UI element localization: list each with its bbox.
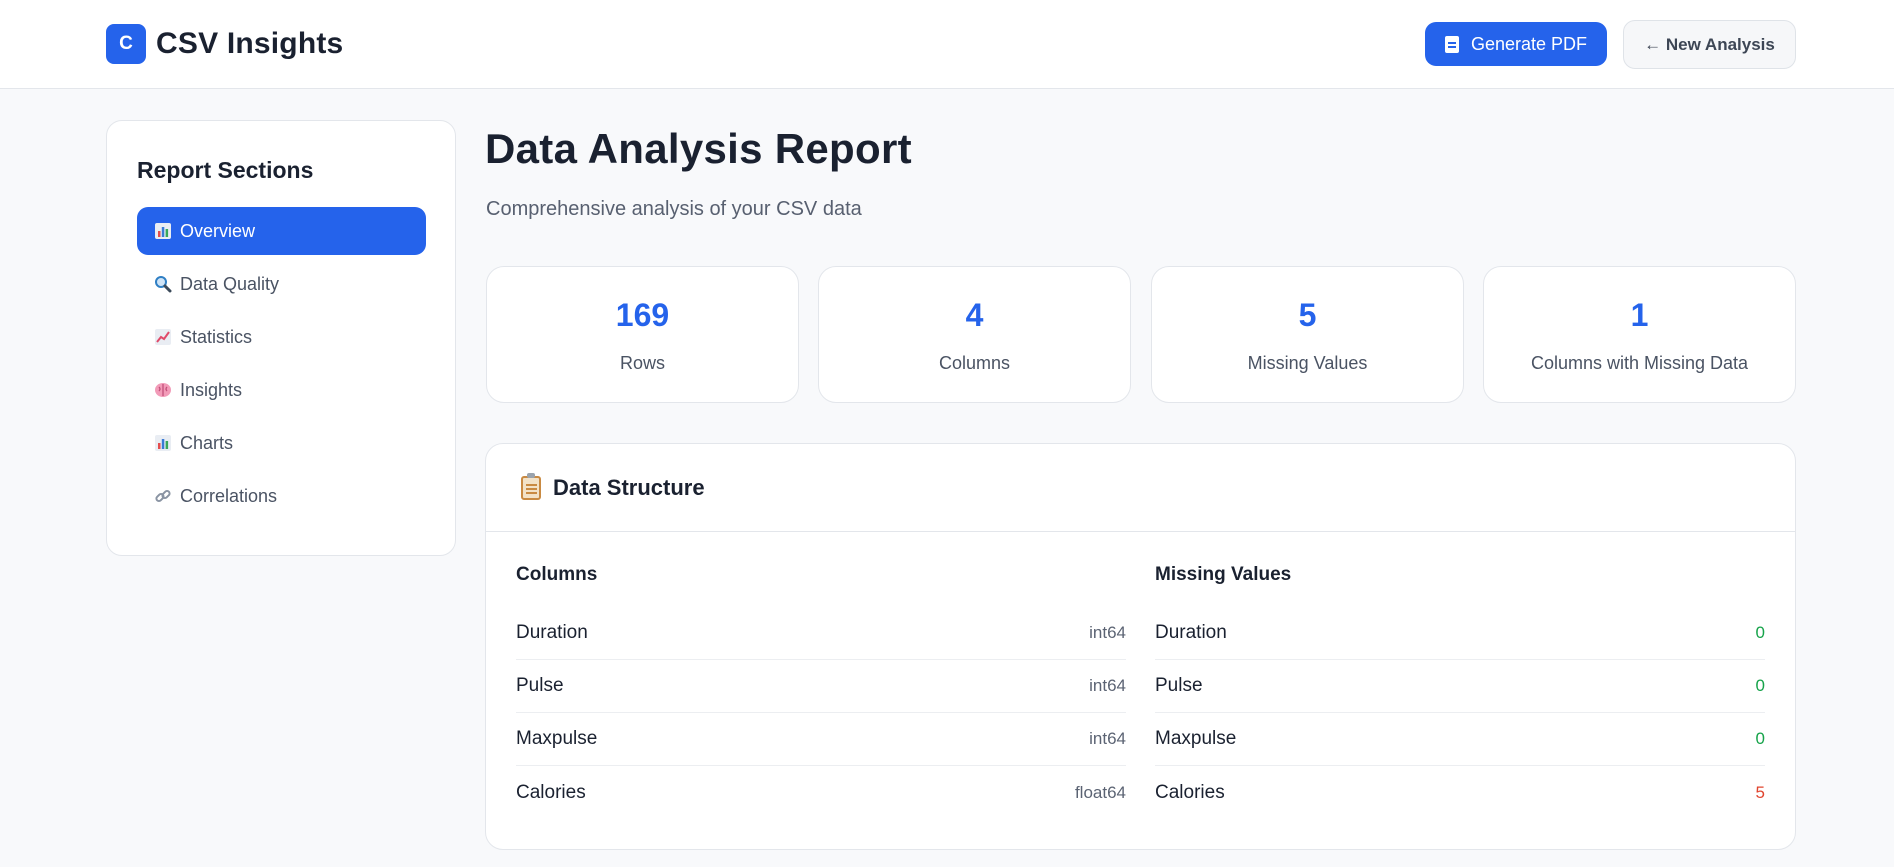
column-type: int64 [1089, 676, 1126, 695]
columns-title: Columns [516, 564, 598, 585]
trend-chart-icon [154, 328, 172, 346]
logo-badge: C [106, 24, 146, 64]
missing-count: 0 [1755, 676, 1765, 695]
generate-pdf-label: Generate PDF [1470, 33, 1588, 54]
stat-value: 1 [1630, 297, 1649, 333]
sidebar-item-data-quality[interactable]: Data Quality [137, 260, 426, 308]
data-structure-title: Data Structure [553, 475, 705, 500]
stat-card-missing-values: 5 Missing Values [1151, 266, 1464, 403]
table-row: Duration 0 [1155, 607, 1765, 660]
sidebar-item-label: Correlations [180, 485, 278, 506]
table-row: Pulse 0 [1155, 660, 1765, 713]
missing-count: 0 [1755, 729, 1765, 748]
new-analysis-button[interactable]: ← New Analysis [1623, 20, 1796, 69]
sidebar-item-statistics[interactable]: Statistics [137, 313, 426, 361]
document-icon [1444, 35, 1459, 53]
generate-pdf-button[interactable]: Generate PDF [1425, 22, 1607, 66]
sidebar-item-label: Overview [180, 220, 256, 241]
stat-card-columns: 4 Columns [818, 266, 1131, 403]
page-title: Data Analysis Report [485, 125, 912, 172]
stat-value: 4 [965, 297, 984, 333]
sidebar-title: Report Sections [137, 157, 314, 183]
stat-value: 169 [615, 297, 670, 333]
stat-value: 5 [1298, 297, 1317, 333]
missing-count: 5 [1755, 782, 1765, 802]
sidebar-item-label: Data Quality [180, 273, 280, 294]
top-header: C CSV Insights Generate PDF ← New Analys… [0, 0, 1894, 89]
sidebar-item-insights[interactable]: Insights [137, 366, 426, 414]
stat-label: Missing Values [1247, 353, 1368, 373]
column-name: Calories [1155, 781, 1225, 803]
column-name: Maxpulse [516, 728, 598, 749]
column-type: int64 [1089, 623, 1126, 642]
columns-section: Columns Duration int64 Pulse int64 Maxpu… [516, 564, 1126, 819]
stat-label: Rows [619, 353, 665, 373]
new-analysis-label: ← New Analysis [1644, 34, 1775, 54]
sidebar-item-charts[interactable]: Charts [137, 419, 426, 467]
column-name: Pulse [1155, 675, 1203, 696]
data-structure-card: Data Structure Columns Duration int64 Pu… [485, 443, 1796, 850]
app-title: CSV Insights [156, 27, 344, 60]
missing-count: 0 [1755, 623, 1765, 642]
column-name: Duration [1155, 622, 1227, 643]
stat-label: Columns with Missing Data [1530, 353, 1749, 373]
brain-icon [154, 381, 172, 399]
column-name: Duration [516, 622, 588, 643]
stat-label: Columns [938, 353, 1011, 373]
page-subtitle: Comprehensive analysis of your CSV data [486, 198, 862, 220]
column-type: int64 [1089, 729, 1126, 748]
column-name: Calories [516, 781, 586, 803]
missing-values-section: Missing Values Duration 0 Pulse 0 Maxpul… [1155, 564, 1765, 819]
column-type: float64 [1074, 782, 1126, 802]
bar-chart-icon [154, 434, 172, 452]
column-name: Pulse [516, 675, 564, 696]
sidebar-item-label: Insights [180, 379, 243, 400]
clipboard-icon [521, 473, 541, 500]
sidebar-item-correlations[interactable]: Correlations [137, 472, 426, 520]
app-logo[interactable]: C CSV Insights [106, 24, 343, 64]
missing-values-title: Missing Values [1155, 564, 1292, 585]
table-row: Duration int64 [516, 607, 1126, 660]
table-row: Maxpulse int64 [516, 713, 1126, 766]
magnifier-icon [154, 275, 172, 293]
sidebar-item-overview[interactable]: Overview [137, 207, 426, 255]
column-name: Maxpulse [1155, 728, 1237, 749]
stat-card-columns-missing: 1 Columns with Missing Data [1483, 266, 1796, 403]
table-row: Calories float64 [516, 766, 1126, 819]
sidebar-item-label: Charts [180, 432, 234, 453]
stat-card-rows: 169 Rows [486, 266, 799, 403]
data-structure-header: Data Structure [486, 444, 1795, 532]
table-row: Calories 5 [1155, 766, 1765, 819]
link-icon [154, 487, 172, 505]
bar-chart-icon [154, 222, 172, 240]
table-row: Pulse int64 [516, 660, 1126, 713]
report-sections-sidebar: Report Sections Overview Data Quality St… [106, 120, 456, 556]
table-row: Maxpulse 0 [1155, 713, 1765, 766]
sidebar-item-label: Statistics [180, 326, 253, 347]
